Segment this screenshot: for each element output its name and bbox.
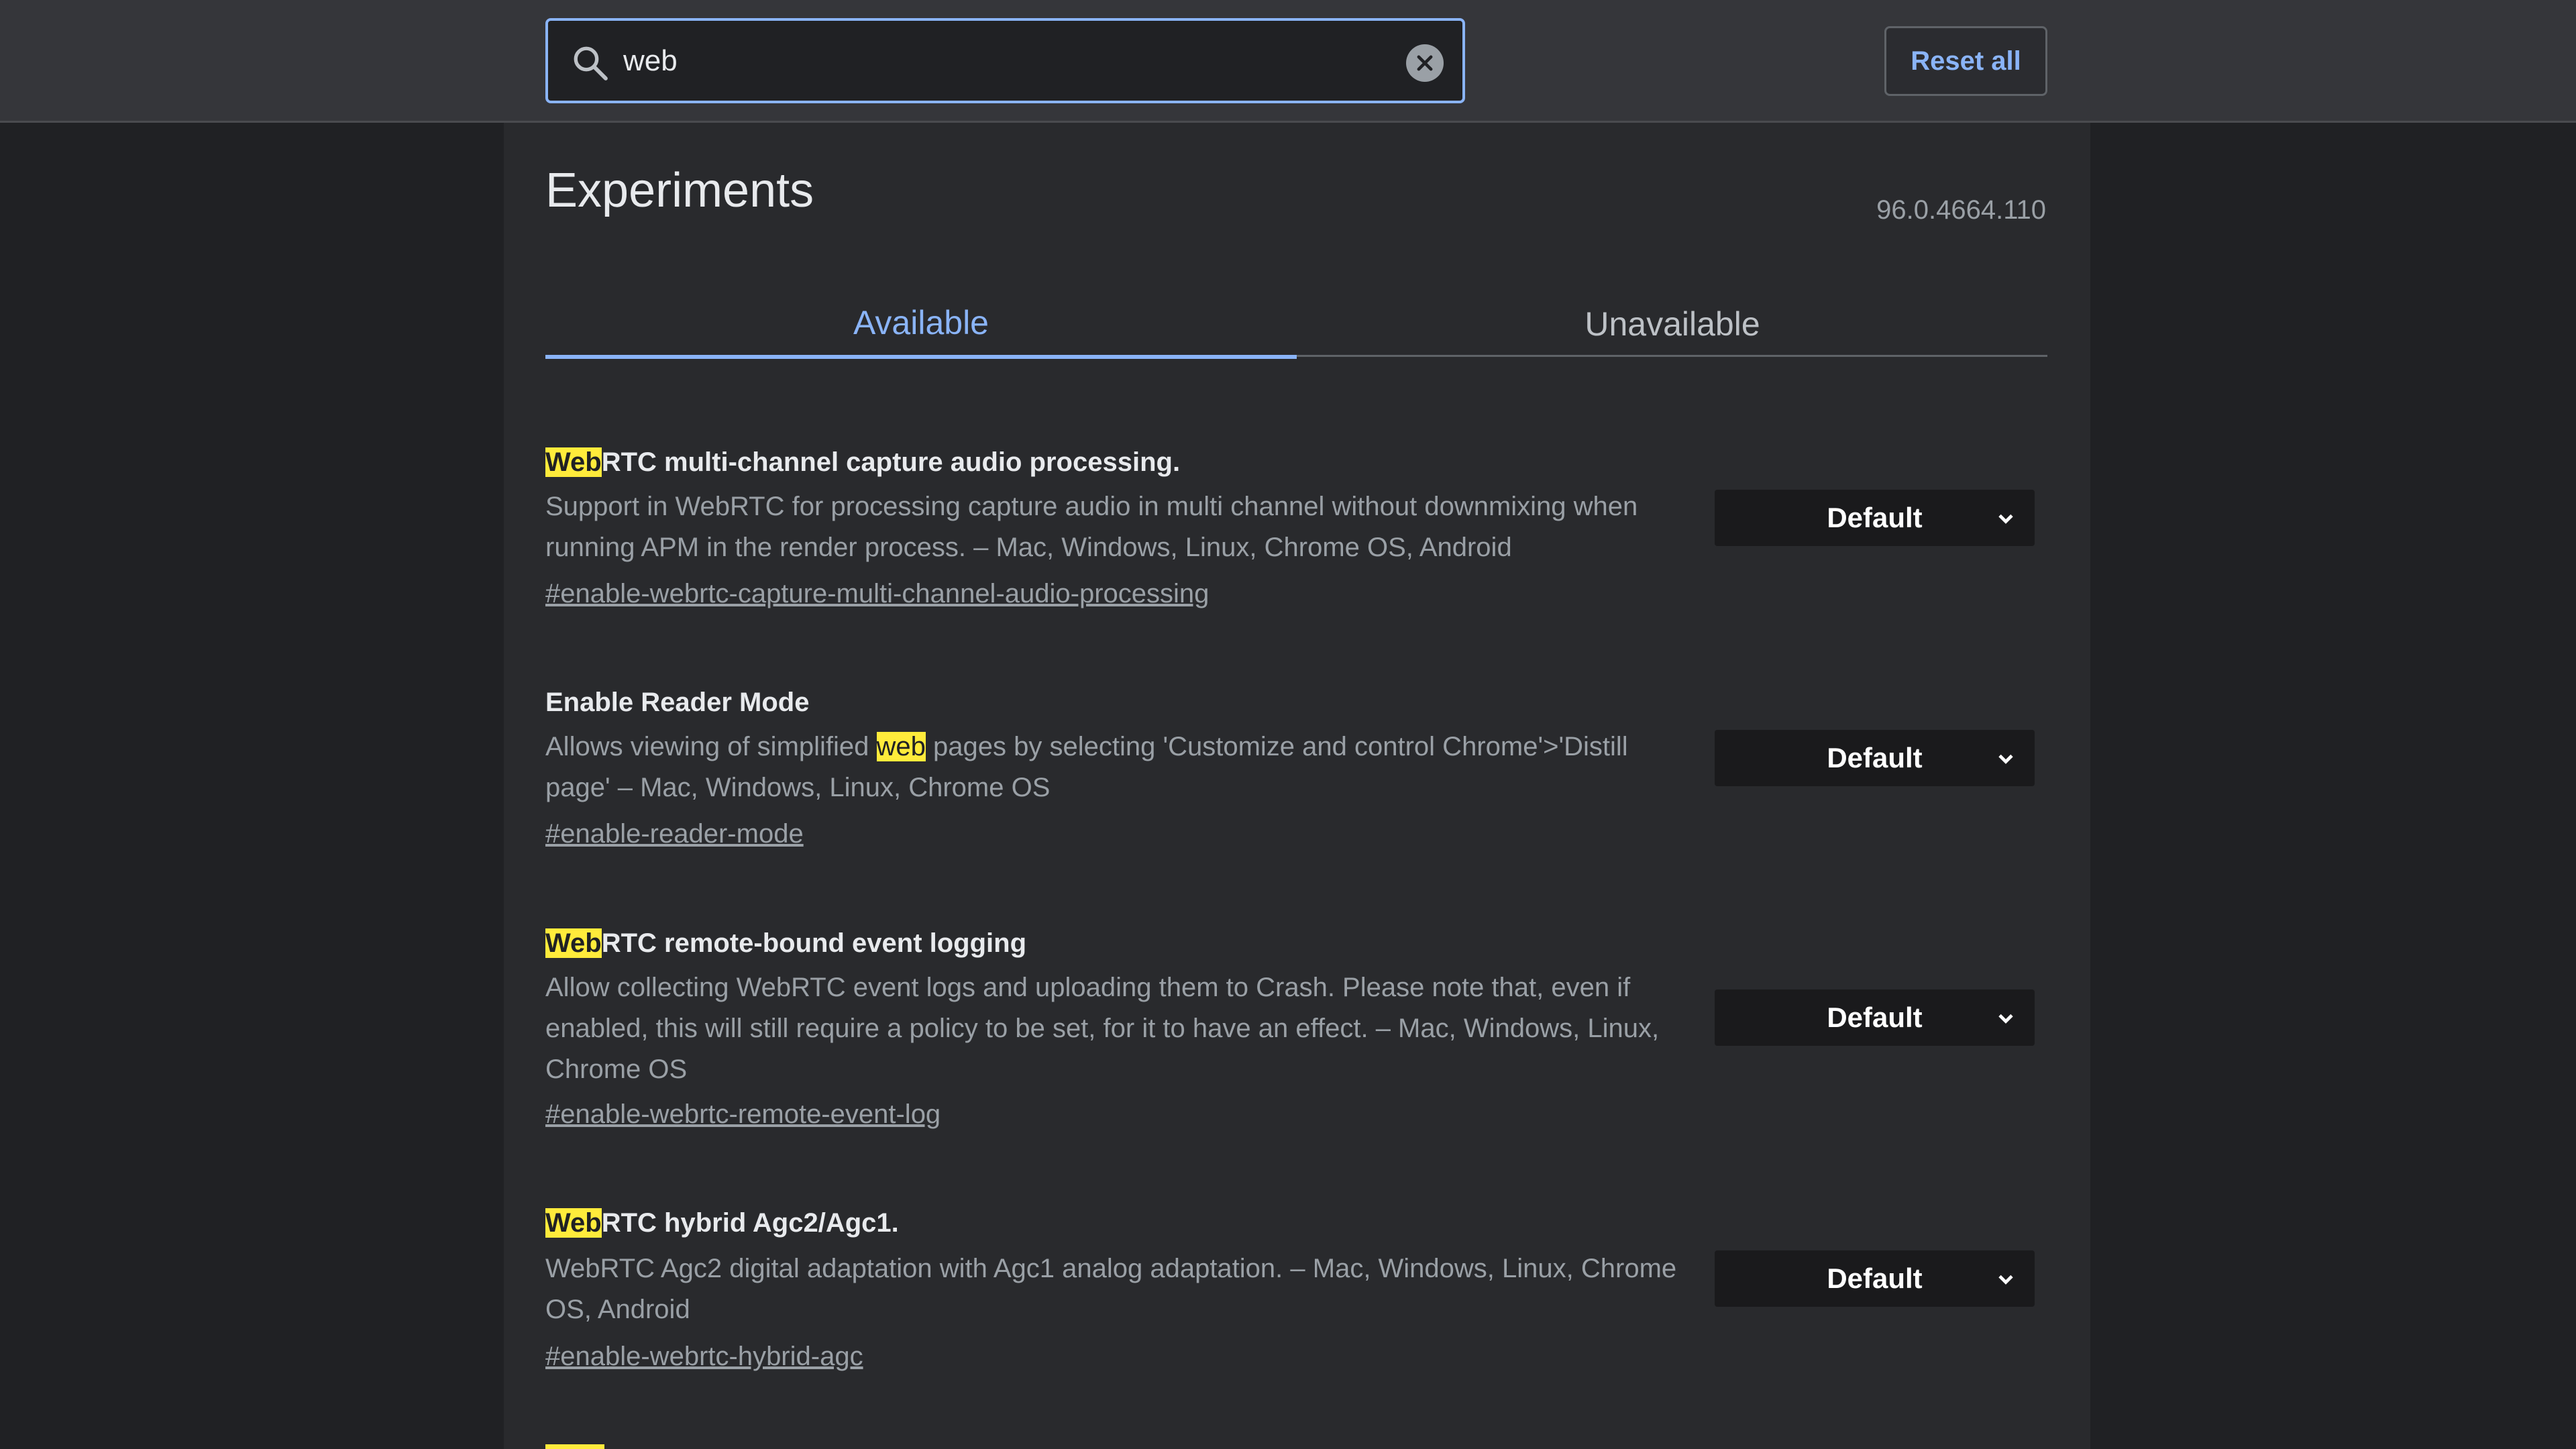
experiment-description: Allow collecting WebRTC event logs and u… [545, 973, 1660, 1084]
search-highlight: Web [545, 447, 602, 477]
experiment-select[interactable]: Default [1715, 989, 2035, 1046]
experiment-select[interactable]: Default [1715, 490, 2035, 546]
close-icon [1417, 55, 1433, 71]
experiment-link[interactable]: #enable-webrtc-hybrid-agc [545, 1342, 863, 1372]
page-title: Experiments [545, 164, 814, 217]
experiment-link[interactable]: #enable-webrtc-remote-event-log [545, 1099, 941, 1130]
select-value: Default [1827, 742, 1923, 773]
experiment-select[interactable]: Default [1715, 1250, 2035, 1307]
select-value: Default [1827, 1002, 1923, 1033]
experiment-item: WebRTC remote-bound event logging Allow … [545, 927, 2047, 1169]
clear-search-button[interactable] [1406, 44, 1444, 82]
tab-available[interactable]: Available [545, 290, 1297, 359]
experiment-item: WebRTC hybrid Agc2/Agc1. WebRTC Agc2 dig… [545, 1207, 2047, 1408]
experiment-link[interactable]: #enable-reader-mode [545, 819, 804, 849]
top-bar: Reset all [0, 0, 2576, 123]
experiment-description: WebRTC Agc2 digital adaptation with Agc1… [545, 1254, 1677, 1324]
search-highlight: web [876, 732, 926, 761]
experiment-title: WebRTC multi-channel capture audio proce… [545, 447, 1181, 477]
experiment-item: Enable Reader Mode Allows viewing of sim… [545, 686, 2047, 888]
reset-all-button[interactable]: Reset all [1884, 26, 2047, 96]
select-value: Default [1827, 1263, 1923, 1294]
experiment-title: WebRTC hybrid Agc2/Agc1. [545, 1208, 899, 1238]
version-label: 96.0.4664.110 [1876, 195, 2046, 225]
experiment-description: Allows viewing of simplified web pages b… [545, 732, 1628, 802]
experiment-description: Support in WebRTC for processing capture… [545, 492, 1638, 562]
select-value: Default [1827, 502, 1923, 533]
tab-bar: Available Unavailable [545, 290, 2048, 359]
search-icon [574, 46, 608, 80]
experiment-item: WebRTC multi-channel capture audio proce… [545, 446, 2047, 647]
chevron-down-icon [1998, 754, 2013, 764]
chevron-down-icon [1998, 514, 2013, 524]
main-content: Experiments 96.0.4664.110 Available Unav… [504, 123, 2090, 1449]
search-highlight: Web [545, 928, 602, 958]
experiment-link[interactable]: #enable-webrtc-capture-multi-channel-aud… [545, 579, 1209, 609]
tab-unavailable[interactable]: Unavailable [1297, 290, 2048, 357]
chevron-down-icon [1998, 1014, 2013, 1024]
search-input[interactable] [622, 34, 1293, 88]
experiment-select[interactable]: Default [1715, 730, 2035, 786]
search-box[interactable] [545, 18, 1465, 103]
chevron-down-icon [1998, 1275, 2013, 1285]
search-highlight: Web [545, 1208, 602, 1238]
search-highlight [545, 1444, 604, 1449]
experiment-title: WebRTC remote-bound event logging [545, 928, 1027, 958]
experiment-title: Enable Reader Mode [545, 688, 810, 717]
